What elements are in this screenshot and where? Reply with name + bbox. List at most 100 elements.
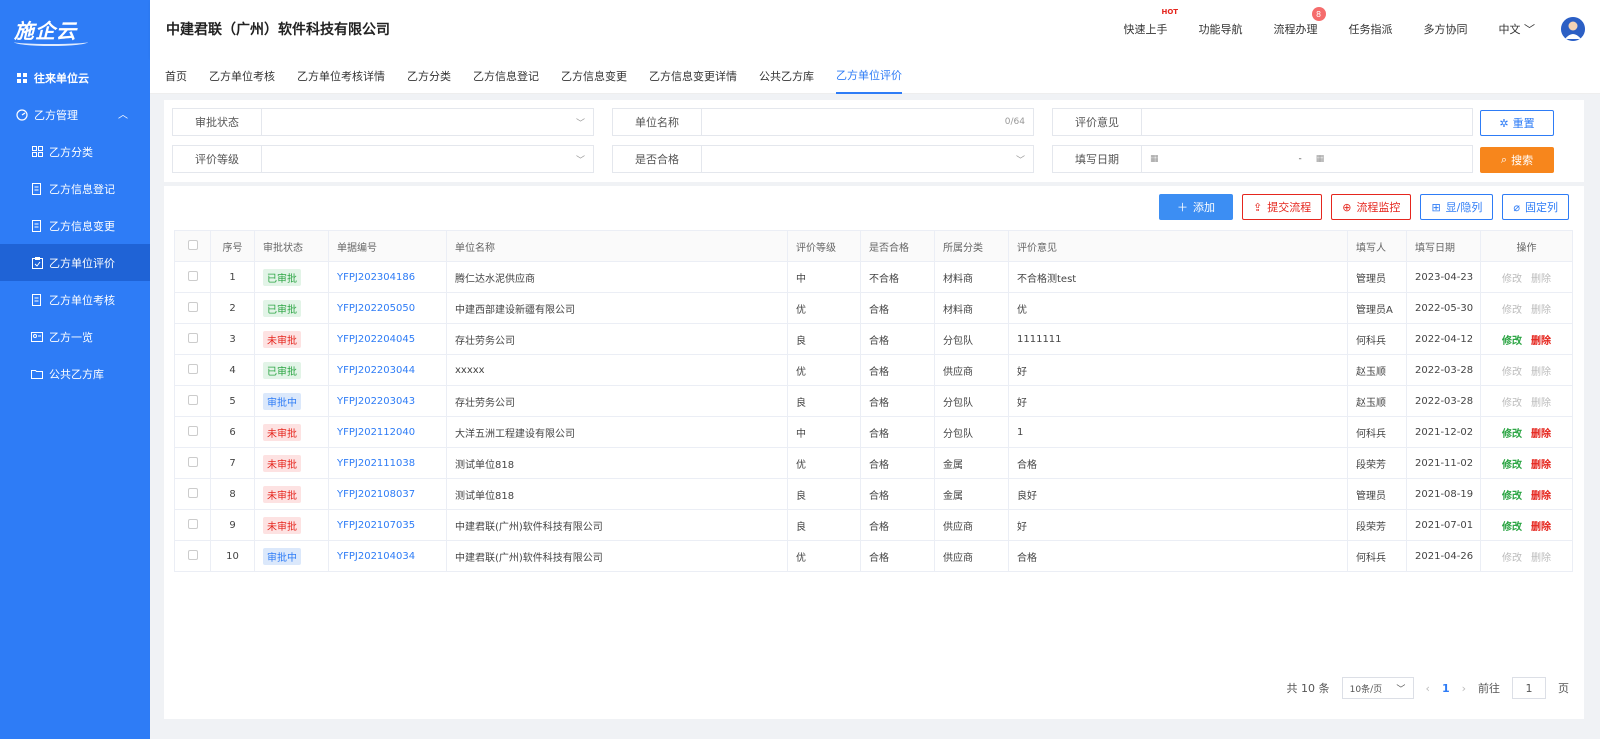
goto-label: 前往 <box>1478 682 1500 695</box>
document-code-link[interactable]: YFPJ202107035 <box>337 520 415 531</box>
row-checkbox[interactable] <box>187 332 198 343</box>
row-checkbox[interactable] <box>187 394 198 405</box>
process-monitor-button[interactable]: ⊕ 流程监控 <box>1331 194 1412 220</box>
delete-button[interactable]: 删除 <box>1531 522 1551 533</box>
delete-button[interactable]: 删除 <box>1531 274 1551 285</box>
sidebar-item-evaluation[interactable]: 乙方单位评价 <box>0 244 150 281</box>
sidebar-group-party-b[interactable]: 乙方管理 ︿ <box>0 96 150 133</box>
edit-button[interactable]: 修改 <box>1502 336 1522 347</box>
delete-button[interactable]: 删除 <box>1531 429 1551 440</box>
prev-page-button[interactable]: ‹ <box>1426 682 1430 695</box>
avatar[interactable] <box>1561 17 1585 41</box>
cell-comment: 好 <box>1008 354 1348 386</box>
edit-button[interactable]: 修改 <box>1502 274 1522 285</box>
comment-input[interactable] <box>1141 108 1473 136</box>
document-code-link[interactable]: YFPJ202203044 <box>337 365 415 376</box>
sidebar-item-contacts-cloud[interactable]: 往来单位云 <box>0 59 150 96</box>
document-code-link[interactable]: YFPJ202104034 <box>337 551 415 562</box>
tab-assessment[interactable]: 乙方单位考核 <box>209 58 275 94</box>
sidebar-item-register[interactable]: 乙方信息登记 <box>0 170 150 207</box>
row-checkbox[interactable] <box>187 456 198 467</box>
tab-change-detail[interactable]: 乙方信息变更详情 <box>649 58 737 94</box>
row-checkbox[interactable] <box>187 363 198 374</box>
reset-label: 重置 <box>1512 117 1535 130</box>
sidebar-item-category[interactable]: 乙方分类 <box>0 133 150 170</box>
delete-button[interactable]: 删除 <box>1531 336 1551 347</box>
row-checkbox[interactable] <box>187 301 198 312</box>
cell-qualified: 合格 <box>860 354 935 386</box>
page-size-select[interactable]: 10条/页 ﹀ <box>1341 677 1414 699</box>
tab-public-library[interactable]: 公共乙方库 <box>759 58 814 94</box>
nav-quick-start[interactable]: 快速上手 HOT <box>1124 8 1179 37</box>
approval-status-select[interactable]: ﹀ <box>261 108 594 136</box>
fix-column-button[interactable]: ⌀ 固定列 <box>1502 194 1569 220</box>
tab-register[interactable]: 乙方信息登记 <box>473 58 539 94</box>
unit-name-input[interactable]: 0/64 <box>701 108 1034 136</box>
tab-category[interactable]: 乙方分类 <box>407 58 451 94</box>
edit-button[interactable]: 修改 <box>1502 305 1522 316</box>
edit-button[interactable]: 修改 <box>1502 522 1522 533</box>
document-code-link[interactable]: YFPJ202108037 <box>337 489 415 500</box>
chevron-up-icon: ︿ <box>118 110 128 121</box>
row-checkbox[interactable] <box>187 425 198 436</box>
document-code-link[interactable]: YFPJ202203043 <box>337 396 415 407</box>
add-button[interactable]: ＋ 添加 <box>1159 194 1233 220</box>
row-select-cell <box>174 354 211 386</box>
document-code-link[interactable]: YFPJ202304186 <box>337 272 415 283</box>
nav-task-assign[interactable]: 任务指派 <box>1349 21 1393 37</box>
document-code-link[interactable]: YFPJ202204045 <box>337 334 415 345</box>
goto-page-input[interactable]: 1 <box>1512 677 1546 699</box>
tab-assessment-detail[interactable]: 乙方单位考核详情 <box>297 58 385 94</box>
document-code-link[interactable]: YFPJ202112040 <box>337 427 415 438</box>
nav-process[interactable]: 流程办理 8 <box>1274 7 1326 37</box>
nav-function-guide[interactable]: 功能导航 <box>1199 21 1243 37</box>
document-code-link[interactable]: YFPJ202205050 <box>337 303 415 314</box>
row-checkbox[interactable] <box>187 487 198 498</box>
grade-select[interactable]: ﹀ <box>261 145 594 173</box>
edit-button[interactable]: 修改 <box>1502 367 1522 378</box>
tab-evaluation[interactable]: 乙方单位评价 <box>836 58 902 94</box>
reset-button[interactable]: ✲ 重置 <box>1480 110 1554 136</box>
toggle-columns-button[interactable]: ⊞ 显/隐列 <box>1420 194 1494 220</box>
tab-change[interactable]: 乙方信息变更 <box>561 58 627 94</box>
delete-button[interactable]: 删除 <box>1531 460 1551 471</box>
delete-button[interactable]: 删除 <box>1531 367 1551 378</box>
current-page[interactable]: 1 <box>1442 682 1450 695</box>
sidebar-item-overview[interactable]: 乙方一览 <box>0 318 150 355</box>
comment-filter: 评价意见 <box>1052 108 1473 136</box>
language-select[interactable]: 中文 ﹀ <box>1499 21 1536 37</box>
sidebar-item-public-library[interactable]: 公共乙方库 <box>0 355 150 392</box>
edit-button[interactable]: 修改 <box>1502 460 1522 471</box>
row-checkbox[interactable] <box>187 549 198 560</box>
document-code-link[interactable]: YFPJ202111038 <box>337 458 415 469</box>
row-checkbox[interactable] <box>187 518 198 529</box>
cell-unit-name: 存壮劳务公司 <box>446 323 788 355</box>
nav-collaboration[interactable]: 多方协同 <box>1424 21 1468 37</box>
cell-grade: 中 <box>787 416 861 448</box>
cell-actions: 修改 删除 <box>1480 261 1573 293</box>
sidebar-item-change[interactable]: 乙方信息变更 <box>0 207 150 244</box>
sidebar-item-assessment[interactable]: 乙方单位考核 <box>0 281 150 318</box>
edit-button[interactable]: 修改 <box>1502 491 1522 502</box>
select-all-checkbox[interactable] <box>187 239 198 250</box>
delete-button[interactable]: 删除 <box>1531 553 1551 564</box>
row-checkbox[interactable] <box>187 270 198 281</box>
delete-button[interactable]: 删除 <box>1531 398 1551 409</box>
date-range-input[interactable]: ▦ - ▦ <box>1141 145 1473 173</box>
folder-icon <box>31 368 43 380</box>
delete-button[interactable]: 删除 <box>1531 491 1551 502</box>
tab-home[interactable]: 首页 <box>165 58 187 94</box>
next-page-button[interactable]: › <box>1462 682 1466 695</box>
header-select[interactable] <box>174 230 211 262</box>
cell-writer: 段荣芳 <box>1347 447 1407 479</box>
edit-button[interactable]: 修改 <box>1502 553 1522 564</box>
cell-date: 2021-11-02 <box>1406 447 1481 479</box>
logo[interactable]: 施企云 <box>0 0 150 58</box>
cell-code: YFPJ202204045 <box>328 323 447 355</box>
edit-button[interactable]: 修改 <box>1502 429 1522 440</box>
qualified-select[interactable]: ﹀ <box>701 145 1034 173</box>
search-button[interactable]: ⌕ 搜索 <box>1480 147 1554 173</box>
edit-button[interactable]: 修改 <box>1502 398 1522 409</box>
submit-process-button[interactable]: ⇪ 提交流程 <box>1242 194 1323 220</box>
delete-button[interactable]: 删除 <box>1531 305 1551 316</box>
